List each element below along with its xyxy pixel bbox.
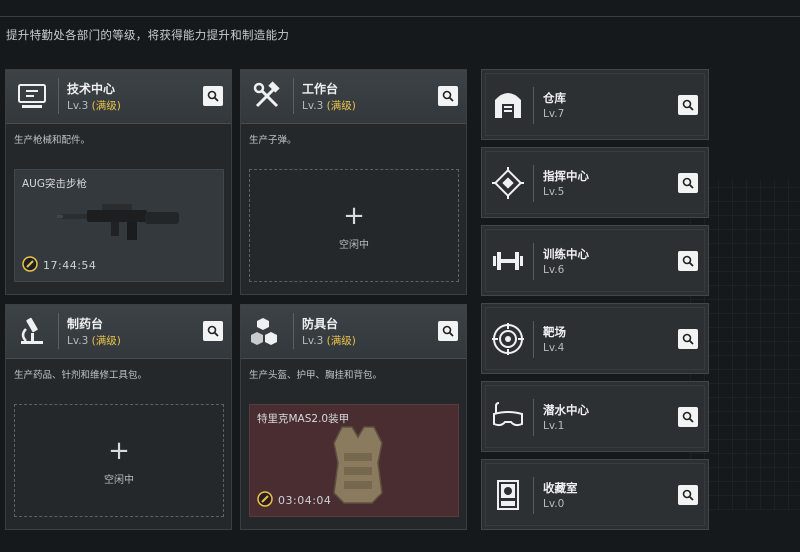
- search-button[interactable]: [678, 173, 698, 193]
- side-item-command-center[interactable]: 指挥中心 Lv.5: [481, 147, 709, 218]
- card-description: 生产药品、针剂和维修工具包。: [14, 370, 148, 381]
- header-divider: [293, 78, 294, 114]
- item-title: 收藏室: [543, 481, 578, 495]
- card-armor-bench[interactable]: 防具台 Lv.3 (满级) 生产头盔、护甲、胸挂和背包。 特里克MAS2.0装甲…: [240, 304, 467, 530]
- item-name: AUG突击步枪: [22, 178, 88, 190]
- computer-icon: [18, 84, 46, 108]
- rifle-image: [57, 204, 179, 240]
- search-icon: [682, 333, 694, 345]
- add-icon: +: [108, 436, 130, 466]
- item-title: 靶场: [543, 325, 566, 339]
- production-slot-empty[interactable]: + 空闲中: [14, 404, 224, 517]
- card-level: Lv.3 (满级): [302, 335, 356, 347]
- top-divider: [0, 16, 800, 17]
- card-level: Lv.3 (满级): [67, 100, 121, 112]
- side-item-warehouse[interactable]: 仓库 Lv.7: [481, 69, 709, 140]
- collection-cabinet-icon: [497, 480, 519, 510]
- card-pharmacy[interactable]: 制药台 Lv.3 (满级) 生产药品、针剂和维修工具包。 + 空闲中: [5, 304, 232, 530]
- search-button[interactable]: [203, 321, 223, 341]
- item-level: Lv.7: [543, 108, 565, 120]
- search-button[interactable]: [203, 86, 223, 106]
- header-divider: [293, 313, 294, 349]
- command-chip-icon: [492, 167, 524, 199]
- search-button[interactable]: [678, 95, 698, 115]
- item-title: 训练中心: [543, 247, 589, 261]
- item-title: 潜水中心: [543, 403, 589, 417]
- cubes-icon: [251, 318, 277, 345]
- card-title: 技术中心: [67, 82, 116, 96]
- armor-vest-image: [333, 426, 383, 504]
- card-header: 技术中心 Lv.3 (满级): [6, 70, 231, 124]
- warehouse-icon: [495, 93, 521, 118]
- search-icon: [682, 99, 694, 111]
- production-timer: 03:04:04: [278, 494, 332, 507]
- side-item-shooting-range[interactable]: 靶场 Lv.4: [481, 303, 709, 374]
- item-title: 指挥中心: [543, 169, 589, 183]
- search-icon: [442, 325, 454, 337]
- idle-label: 空闲中: [104, 475, 134, 486]
- card-header: 防具台 Lv.3 (满级): [241, 305, 466, 359]
- idle-label: 空闲中: [339, 240, 369, 251]
- production-timer: 17:44:54: [43, 259, 97, 272]
- card-description: 生产枪械和配件。: [14, 135, 91, 146]
- target-icon: [492, 323, 524, 355]
- search-button[interactable]: [678, 407, 698, 427]
- header-divider: [58, 313, 59, 349]
- side-item-collection-room[interactable]: 收藏室 Lv.0: [481, 459, 709, 530]
- card-level: Lv.3 (满级): [302, 100, 356, 112]
- item-divider: [533, 399, 534, 436]
- item-level: Lv.5: [543, 186, 565, 198]
- card-description: 生产子弹。: [249, 135, 297, 146]
- card-title: 防具台: [302, 317, 339, 331]
- card-title: 工作台: [302, 82, 339, 96]
- search-icon: [682, 177, 694, 189]
- card-header: 制药台 Lv.3 (满级): [6, 305, 231, 359]
- card-tech-center[interactable]: 技术中心 Lv.3 (满级) 生产枪械和配件。 AUG突击步枪 17:44:54: [5, 69, 232, 295]
- search-button[interactable]: [438, 86, 458, 106]
- card-header: 工作台 Lv.3 (满级): [241, 70, 466, 124]
- card-level: Lv.3 (满级): [67, 335, 121, 347]
- item-divider: [533, 165, 534, 202]
- card-description: 生产头盔、护甲、胸挂和背包。: [249, 370, 383, 381]
- dumbbell-icon: [493, 252, 523, 270]
- header-divider: [58, 78, 59, 114]
- search-button[interactable]: [678, 329, 698, 349]
- search-button[interactable]: [438, 321, 458, 341]
- microscope-icon: [21, 317, 43, 344]
- side-item-training-center[interactable]: 训练中心 Lv.6: [481, 225, 709, 296]
- item-title: 仓库: [543, 91, 566, 105]
- item-divider: [533, 87, 534, 124]
- search-icon: [207, 325, 219, 337]
- item-level: Lv.0: [543, 498, 565, 510]
- item-divider: [533, 477, 534, 514]
- production-slot-empty[interactable]: + 空闲中: [249, 169, 459, 282]
- search-button[interactable]: [678, 251, 698, 271]
- search-icon: [682, 255, 694, 267]
- side-item-diving-center[interactable]: 潜水中心 Lv.1: [481, 381, 709, 452]
- search-button[interactable]: [678, 485, 698, 505]
- search-icon: [207, 90, 219, 102]
- timer-icon: [257, 491, 273, 507]
- search-icon: [682, 489, 694, 501]
- search-icon: [682, 411, 694, 423]
- card-workbench[interactable]: 工作台 Lv.3 (满级) 生产子弹。 + 空闲中: [240, 69, 467, 295]
- search-icon: [442, 90, 454, 102]
- tools-icon: [253, 81, 280, 108]
- item-divider: [533, 321, 534, 358]
- item-level: Lv.1: [543, 420, 565, 432]
- add-icon: +: [343, 201, 365, 231]
- production-slot[interactable]: AUG突击步枪 17:44:54: [14, 169, 224, 282]
- production-slot[interactable]: 特里克MAS2.0装甲 03:04:04: [249, 404, 459, 517]
- diving-mask-icon: [493, 402, 523, 427]
- card-title: 制药台: [67, 317, 104, 331]
- item-level: Lv.6: [543, 264, 565, 276]
- item-level: Lv.4: [543, 342, 565, 354]
- timer-icon: [22, 256, 38, 272]
- page-subtitle: 提升特勤处各部门的等级，将获得能力提升和制造能力: [6, 28, 290, 42]
- item-divider: [533, 243, 534, 280]
